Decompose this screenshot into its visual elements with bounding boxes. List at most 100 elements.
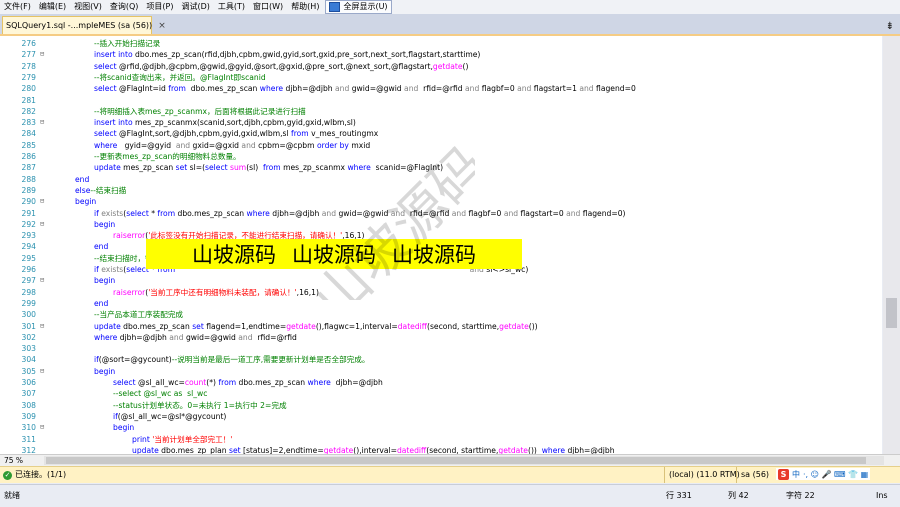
code-line[interactable]: 307 --select @sl_wc as sl_wc (0, 388, 882, 399)
code-line[interactable]: 304 if(@sort=@gycount)--说明当前是最后一道工序,需要更新计… (0, 354, 882, 365)
line-number: 298 (21, 287, 37, 297)
fold-toggle-icon[interactable]: ⊟ (40, 219, 48, 230)
code-text: where djbh=@djbh and gwid=@gwid and rfid… (94, 332, 297, 342)
code-line[interactable]: 305 ⊟ begin (0, 366, 882, 377)
code-line[interactable]: 287 update mes_zp_scan set sl=(select sum… (0, 162, 882, 173)
menu-item-3[interactable]: 查询(Q) (106, 0, 143, 14)
code-text: begin (94, 219, 116, 229)
code-line[interactable]: 306 select @sl_all_wc=count(*) from dbo.m… (0, 377, 882, 388)
fold-toggle-icon[interactable]: ⊟ (40, 321, 48, 332)
code-text: if(@sort=@gycount)--说明当前是最后一道工序,需要更新计划单是… (94, 355, 370, 365)
fold-toggle-icon[interactable]: ⊟ (40, 275, 48, 286)
horizontal-scrollbar[interactable] (44, 456, 884, 465)
fold-toggle-icon[interactable]: ⊟ (40, 366, 48, 377)
sogou-logo-icon: S (778, 468, 789, 480)
menu-item-5[interactable]: 调试(D) (177, 0, 213, 14)
status-ready: 就绪 (4, 491, 20, 500)
vertical-scrollbar-thumb[interactable] (886, 298, 897, 328)
menu-item-2[interactable]: 视图(V) (70, 0, 106, 14)
ime-tool-icons[interactable]: ·, ☺ 🎤 ⌨ 👕 ▦ (803, 470, 868, 479)
code-text: --将scanid查询出来，并返回。@FlagInt即scanid (94, 72, 266, 82)
code-line[interactable]: 290 ⊟ begin (0, 196, 882, 207)
code-line[interactable]: 288 end (0, 174, 882, 185)
menu-item-0[interactable]: 文件(F) (0, 0, 35, 14)
code-line[interactable]: 308 --status计划单状态。0=未执行 1=执行中 2=完成 (0, 400, 882, 411)
code-line[interactable]: 302 where djbh=@djbh and gwid=@gwid and r… (0, 332, 882, 343)
line-number: 282 (21, 106, 37, 116)
code-line[interactable]: 298 raiserror('当前工序中还有明细物料未装配，请确认！',16,1) (0, 287, 882, 298)
fold-toggle-icon[interactable]: ⊟ (40, 422, 48, 433)
line-number: 284 (21, 129, 37, 139)
code-line[interactable]: 301 ⊟ update dbo.mes_zp_scan set flagend=1… (0, 321, 882, 332)
code-line[interactable]: 309 if(@sl_all_wc=@sl*@gycount) (0, 411, 882, 422)
code-line[interactable]: 278 select @rfid,@djbh,@cpbm,@gwid,@gyid,… (0, 61, 882, 72)
code-text: else--结束扫描 (75, 185, 127, 195)
code-text: --更新表mes_zp_scan的明细物料总数量。 (94, 152, 241, 161)
fold-toggle-icon[interactable]: ⊟ (40, 49, 48, 60)
line-number: 280 (21, 84, 37, 94)
line-number: 306 (21, 378, 37, 387)
horizontal-scrollbar-thumb[interactable] (46, 457, 866, 464)
watermark-banner-text-1: 山坡源码 (192, 243, 276, 267)
fullscreen-button[interactable]: 全屏显示(U) (325, 0, 392, 14)
line-number: 312 (21, 445, 37, 454)
code-line[interactable]: 283 ⊟ insert into mes_zp_scanmx(scanid,sor… (0, 117, 882, 128)
code-line[interactable]: 279 --将scanid查询出来，并返回。@FlagInt即scanid (0, 72, 882, 83)
watermark-banner-text-3: 山坡源码 (392, 243, 476, 267)
line-number: 287 (21, 163, 37, 173)
code-text: select @FlagInt,sort,@djbh,cpbm,gyid,gxi… (94, 129, 379, 139)
menu-item-1[interactable]: 编辑(E) (35, 0, 70, 14)
code-line[interactable]: 289 else--结束扫描 (0, 185, 882, 196)
line-number: 277 (21, 50, 37, 60)
line-number: 291 (21, 208, 37, 218)
server-info: (local) (11.0 RTM) (664, 467, 740, 483)
code-text: select @sl_all_wc=count(*) from dbo.mes_… (113, 378, 383, 387)
code-line[interactable]: 312 update dbo.mes_zp_plan set [status]=2… (0, 445, 882, 454)
code-text: end (94, 242, 109, 252)
code-line[interactable]: 284 select @FlagInt,sort,@djbh,cpbm,gyid,… (0, 128, 882, 139)
code-line[interactable]: 303 (0, 343, 882, 354)
menu-item-7[interactable]: 窗口(W) (249, 0, 287, 14)
code-line[interactable]: 276 --插入开始扫描记录 (0, 38, 882, 49)
line-number: 300 (21, 310, 37, 320)
document-tab-title: SQLQuery1.sql -...mpleMES (sa (56)) (6, 21, 153, 30)
fold-toggle-icon[interactable]: ⊟ (40, 117, 48, 128)
menu-item-4[interactable]: 项目(P) (142, 0, 177, 14)
zoom-level[interactable]: 75 % (4, 455, 23, 466)
close-tab-icon[interactable]: × (158, 21, 166, 31)
code-line[interactable]: 281 (0, 95, 882, 106)
line-number: 311 (21, 434, 37, 444)
fold-toggle-icon[interactable]: ⊟ (40, 196, 48, 207)
code-line[interactable]: 282 --将明细插入表mes_zp_scanmx，后面将根据此记录进行扫描 (0, 106, 882, 117)
ime-lang-indicator[interactable]: 中 (792, 469, 800, 480)
line-number: 288 (21, 174, 37, 184)
menu-item-8[interactable]: 帮助(H) (287, 0, 323, 14)
code-line[interactable]: 297 ⊟ begin (0, 275, 882, 286)
menu-item-6[interactable]: 工具(T) (214, 0, 249, 14)
line-number: 276 (21, 39, 37, 48)
vertical-scrollbar[interactable] (883, 36, 900, 454)
code-line[interactable]: 277 ⊟ insert into dbo.mes_zp_scan(rfid,djb… (0, 49, 882, 60)
code-text: begin (94, 276, 116, 286)
code-line[interactable]: 310 ⊟ begin (0, 422, 882, 433)
status-char: 字符 22 (786, 491, 815, 500)
code-text: --status计划单状态。0=未执行 1=执行中 2=完成 (113, 400, 287, 410)
ime-toolbar[interactable]: S 中 ·, ☺ 🎤 ⌨ 👕 ▦ (776, 468, 871, 480)
code-line[interactable]: 291 if exists(select * from dbo.mes_zp_sc… (0, 208, 882, 219)
code-line[interactable]: 285 where gyid=@gyid and gxid=@gxid and c… (0, 140, 882, 151)
code-line[interactable]: 299 end (0, 298, 882, 309)
line-number: 296 (21, 265, 37, 274)
code-line[interactable]: 311 print '当前计划单全部完工！' (0, 434, 882, 445)
code-line[interactable]: 286 --更新表mes_zp_scan的明细物料总数量。 (0, 151, 882, 162)
line-number: 285 (21, 140, 37, 150)
status-bar: 就绪 行 331 列 42 字符 22 Ins (0, 484, 900, 507)
code-text: insert into mes_zp_scanmx(scanid,sort,dj… (94, 118, 356, 128)
split-pin-icon[interactable]: ⇟ (886, 22, 894, 32)
code-line[interactable]: 300 --当产品本道工序装配完成 (0, 309, 882, 320)
status-line: 行 331 (666, 491, 692, 500)
code-line[interactable]: 280 select @FlagInt=id from dbo.mes_zp_sc… (0, 83, 882, 94)
line-number: 302 (21, 332, 37, 342)
code-line[interactable]: 292 ⊟ begin (0, 219, 882, 230)
check-circle-icon: ✓ (3, 470, 12, 480)
document-tab-sqlquery1[interactable]: SQLQuery1.sql -...mpleMES (sa (56)) × (2, 16, 166, 34)
